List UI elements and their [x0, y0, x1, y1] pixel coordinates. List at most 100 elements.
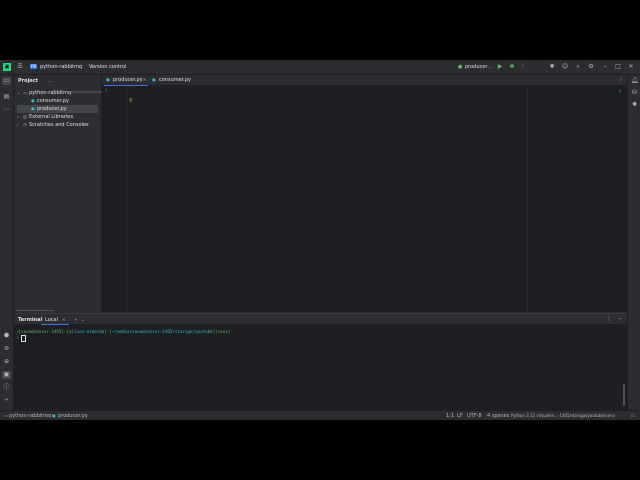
prompt-user: alison-almeida: [69, 329, 105, 334]
prompt-host: soundsensor-1465: [21, 329, 62, 334]
tree-item-label: consumer.py: [37, 98, 70, 104]
tab-label: consumer.py: [159, 77, 192, 83]
project-panel: Project ⌄ ⌄ ▭ python-rabbitmq ~/media/so…: [14, 75, 106, 312]
tree-item-label: producer.py: [37, 106, 67, 112]
scratches-icon: ◔: [23, 122, 27, 127]
python-file-icon: ●: [31, 106, 35, 111]
chevron-down-icon: ⌄: [488, 64, 492, 69]
tree-item-consumer[interactable]: ● consumer.py: [14, 97, 100, 105]
tree-item-hint: ~/media/soundsensor/...: [67, 90, 107, 94]
collaborate-icon[interactable]: ☺: [561, 63, 569, 71]
minimize-icon[interactable]: –: [601, 63, 609, 71]
tree-item-project-root[interactable]: ⌄ ▭ python-rabbitmq ~/media/soundsensor/…: [14, 89, 106, 97]
more-tools-icon[interactable]: ⋯: [2, 106, 11, 114]
terminal-title: Terminal: [18, 317, 43, 323]
file-encoding[interactable]: UTF-8: [467, 413, 482, 419]
project-panel-title: Project: [18, 78, 39, 84]
terminal-input-line[interactable]: └: [16, 335, 26, 342]
chevron-down-icon: ⌄: [77, 64, 81, 69]
inspection-ok-icon[interactable]: ✓: [618, 89, 622, 95]
notifications-icon[interactable]: 🔔︎: [630, 77, 639, 85]
search-icon[interactable]: ⌕: [574, 63, 582, 71]
title-bar: ▣ ☰ PR python-rabbitmq ⌄ Version control…: [0, 60, 640, 75]
project-tool-icon[interactable]: ▭: [2, 77, 11, 85]
terminal-panel: Terminal Local ✕ + ⌄ ⋮ – ┌[soundsensor-1…: [14, 313, 627, 411]
breadcrumb-project[interactable]: python-rabbitmq: [9, 413, 51, 419]
tree-item-scratches[interactable]: › ◔ Scratches and Consoles: [14, 121, 100, 129]
tree-item-label: External Libraries: [29, 114, 73, 120]
more-options-icon[interactable]: ⋮: [605, 315, 613, 323]
python-packages-icon[interactable]: ⬢: [2, 332, 11, 340]
lock-icon[interactable]: ⊡: [631, 413, 635, 418]
project-selector[interactable]: python-rabbitmq: [40, 64, 82, 70]
caret-position[interactable]: 1:1: [446, 413, 454, 419]
terminal-prompt: ┌[soundsensor-1465]-[alison-almeida]-[~/…: [16, 329, 231, 334]
python-file-icon: ●: [152, 77, 156, 82]
terminal-tool-icon[interactable]: ▣: [2, 371, 11, 379]
left-tool-strip: ▭ ▤ ⋯ ⬢ ⊚ ⊕ ▣ ⓘ ⑂: [0, 75, 14, 410]
python-file-icon: ●: [106, 77, 110, 82]
ai-chat-icon[interactable]: ✺: [630, 101, 639, 109]
editor-area: ● producer.py ✕ ● consumer.py ⋮ 1 💡︎ ✓: [102, 75, 627, 312]
python-interpreter[interactable]: Python 3.12 virtualen...-1465/storage/yo…: [511, 413, 615, 419]
main-menu-icon[interactable]: ☰: [16, 63, 24, 71]
tab-label: Local: [45, 317, 58, 323]
tree-item-external-libraries[interactable]: › ▥ External Libraries: [14, 113, 100, 121]
line-separator[interactable]: LF: [457, 413, 463, 419]
chevron-down-icon: ⌄: [121, 64, 125, 69]
right-margin-guide: [527, 86, 528, 312]
python-file-icon: ●: [458, 64, 463, 70]
problems-icon[interactable]: ⓘ: [2, 384, 11, 392]
tab-producer[interactable]: ● producer.py ✕: [104, 75, 148, 86]
app-logo-icon: ▣: [3, 63, 11, 71]
chevron-down-icon: ⌄: [48, 78, 52, 83]
breadcrumb-file[interactable]: producer.py: [58, 413, 88, 419]
chevron-down-icon[interactable]: ⌄: [81, 317, 85, 322]
prompt-path: ~/media/soundsensor-1465/storage/youtube: [111, 329, 213, 334]
status-bar: ▭ python-rabbitmq › ● producer.py 1:1 LF…: [0, 410, 640, 420]
indent-setting[interactable]: 4 spaces: [487, 413, 509, 419]
database-icon[interactable]: ⛁: [630, 89, 639, 97]
breadcrumb-separator-icon: ›: [46, 413, 48, 418]
terminal-tab-bar: Terminal Local ✕ + ⌄ ⋮ –: [14, 314, 627, 325]
right-tool-strip: 🔔︎ ⛁ ✺: [627, 75, 640, 410]
ai-assistant-icon[interactable]: ✺: [548, 63, 556, 71]
project-breadcrumb-icon: ▭: [4, 413, 8, 418]
chevron-right-icon: ›: [17, 122, 19, 127]
folder-icon: ▭: [23, 90, 27, 95]
run-icon[interactable]: ▶: [496, 63, 504, 71]
minimize-panel-icon[interactable]: –: [616, 315, 624, 323]
tree-item-producer[interactable]: ● producer.py: [17, 105, 98, 113]
more-tabs-icon[interactable]: ⋮: [617, 76, 625, 84]
structure-tool-icon[interactable]: ▤: [2, 93, 11, 101]
tab-label: producer.py: [113, 77, 143, 83]
tab-consumer[interactable]: ● consumer.py: [151, 75, 191, 85]
line-number: 1: [105, 88, 108, 93]
editor-gutter: 1: [102, 86, 127, 312]
ide-window: ▣ ☰ PR python-rabbitmq ⌄ Version control…: [0, 60, 640, 420]
terminal-cursor: [20, 335, 26, 342]
tree-item-label: python-rabbitmq: [29, 90, 72, 96]
maximize-icon[interactable]: □: [614, 63, 622, 71]
lightbulb-icon[interactable]: 💡︎: [129, 98, 133, 104]
chevron-right-icon: ›: [17, 114, 19, 119]
project-badge: PR: [30, 64, 38, 69]
python-file-icon: ●: [52, 413, 56, 418]
python-console-icon[interactable]: ⊕: [2, 358, 11, 366]
run-config-selector[interactable]: producer: [465, 64, 487, 70]
close-tab-icon[interactable]: ✕: [62, 317, 66, 322]
close-icon[interactable]: ✕: [627, 63, 635, 71]
more-actions-icon[interactable]: ⋮: [519, 63, 527, 71]
terminal-scrollbar[interactable]: [623, 384, 625, 406]
close-tab-icon[interactable]: ✕: [143, 77, 147, 82]
debug-icon[interactable]: ✱: [508, 63, 516, 71]
tree-item-label: Scratches and Consoles: [29, 122, 89, 128]
gear-icon[interactable]: ⚙: [587, 63, 595, 71]
library-icon: ▥: [23, 114, 27, 119]
horizontal-scrollbar[interactable]: [16, 310, 54, 311]
git-icon[interactable]: ⑂: [2, 397, 11, 405]
new-tab-icon[interactable]: +: [74, 317, 78, 322]
services-icon[interactable]: ⊚: [2, 345, 11, 353]
tab-local[interactable]: Local ✕: [41, 314, 69, 325]
prompt-env: (venv): [215, 329, 231, 334]
